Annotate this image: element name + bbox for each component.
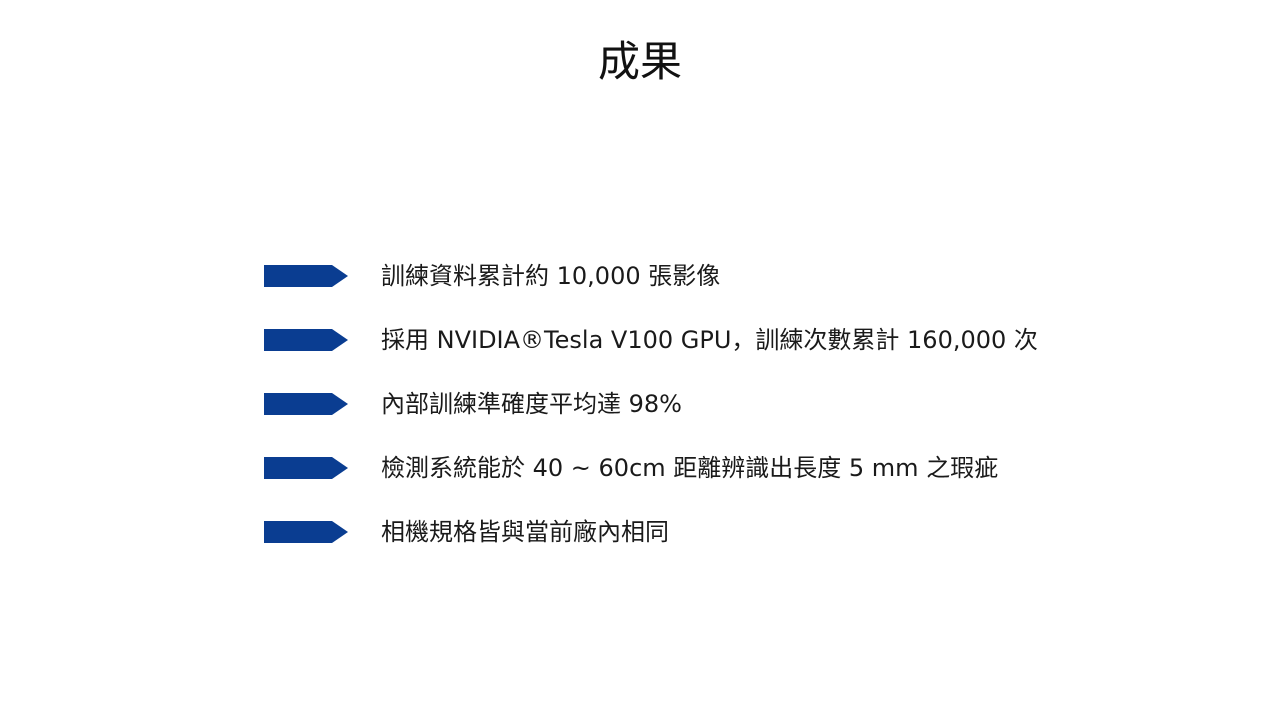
list-item: 相機規格皆與當前廠內相同	[264, 500, 1038, 564]
bullet-text: 檢測系統能於 40 ~ 60cm 距離辨識出長度 5 mm 之瑕疵	[381, 454, 999, 482]
slide: 成果 訓練資料累計約 10,000 張影像 採用 NVIDIA®Tesla V1…	[0, 0, 1280, 720]
slide-title: 成果	[597, 37, 682, 86]
bullet-text: 相機規格皆與當前廠內相同	[381, 518, 669, 546]
list-item: 內部訓練準確度平均達 98%	[264, 372, 1038, 436]
arrow-tag-icon	[264, 457, 348, 479]
bullet-text: 採用 NVIDIA®Tesla V100 GPU，訓練次數累計 160,000 …	[381, 326, 1038, 354]
arrow-tag-icon	[264, 265, 348, 287]
arrow-tag-icon	[264, 329, 348, 351]
list-item: 檢測系統能於 40 ~ 60cm 距離辨識出長度 5 mm 之瑕疵	[264, 436, 1038, 500]
list-item: 採用 NVIDIA®Tesla V100 GPU，訓練次數累計 160,000 …	[264, 308, 1038, 372]
bullet-list: 訓練資料累計約 10,000 張影像 採用 NVIDIA®Tesla V100 …	[264, 244, 1038, 564]
arrow-tag-icon	[264, 521, 348, 543]
arrow-tag-icon	[264, 393, 348, 415]
list-item: 訓練資料累計約 10,000 張影像	[264, 244, 1038, 308]
bullet-text: 內部訓練準確度平均達 98%	[381, 390, 682, 418]
bullet-text: 訓練資料累計約 10,000 張影像	[381, 262, 721, 290]
